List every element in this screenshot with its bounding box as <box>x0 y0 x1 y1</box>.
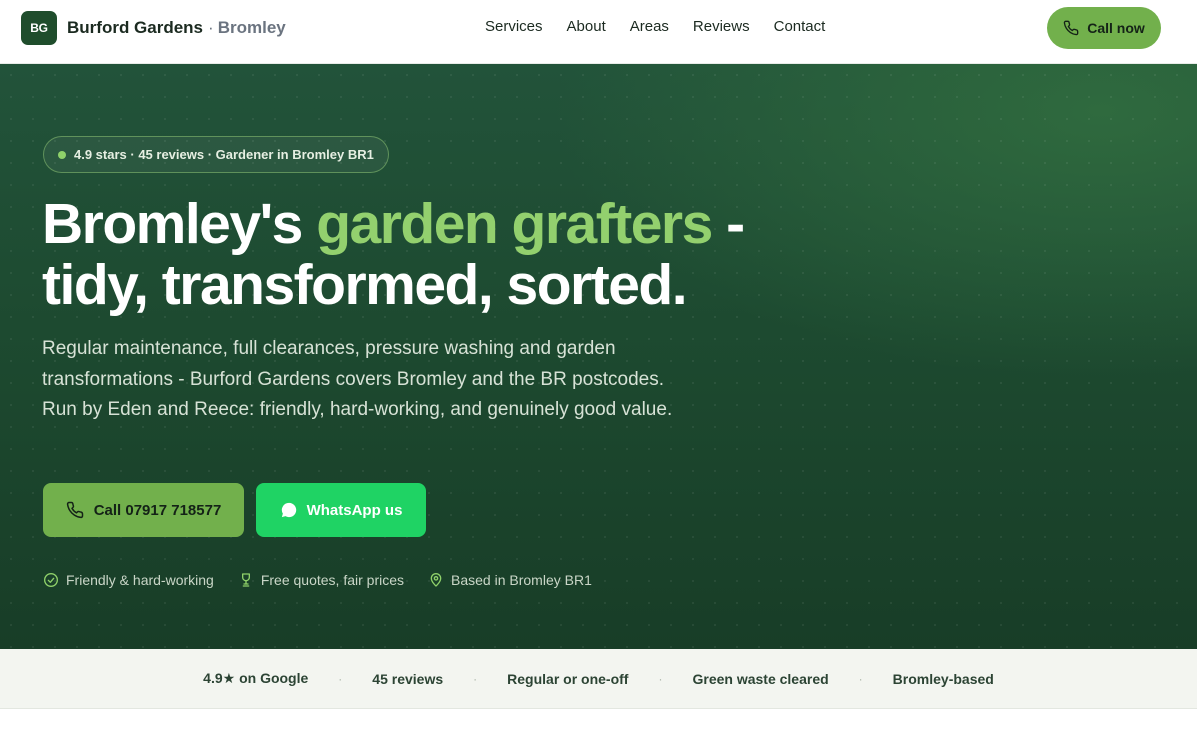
headline-part1: Bromley's <box>42 192 317 256</box>
brand-name: Burford Gardens <box>67 18 204 37</box>
strip-item: 4.9★ on Google <box>203 670 309 686</box>
call-now-label: Call now <box>1087 20 1145 36</box>
check-circle-icon <box>44 573 58 587</box>
chat-bubble-icon <box>281 502 296 518</box>
brand-location: Bromley <box>217 18 286 37</box>
brand-logo-link[interactable]: BG Burford Gardens · Bromley <box>21 11 286 45</box>
call-phone-button[interactable]: Call 07917 718577 <box>43 483 244 537</box>
badge-dot-icon <box>58 150 66 159</box>
main-nav: Services About Areas Reviews Contact <box>485 18 825 35</box>
badge-text: 4.9 stars · 45 reviews · Gardener in Bro… <box>74 147 374 162</box>
nav-about[interactable]: About <box>567 18 606 35</box>
call-now-button[interactable]: Call now <box>1047 7 1161 49</box>
phone-icon <box>1063 20 1079 36</box>
strip-item: 45 reviews <box>372 670 444 687</box>
whatsapp-button[interactable]: WhatsApp us <box>256 483 426 537</box>
site-header: BG Burford Gardens · Bromley Services Ab… <box>0 0 1197 64</box>
feature-label: Free quotes, fair prices <box>260 572 405 588</box>
nav-contact[interactable]: Contact <box>774 18 826 35</box>
nav-services[interactable]: Services <box>485 18 543 35</box>
strip-separator: · <box>858 671 863 686</box>
phone-icon <box>66 501 83 519</box>
nav-areas[interactable]: Areas <box>630 18 669 35</box>
feature-item: Free quotes, fair prices <box>238 572 404 588</box>
feature-label: Based in Bromley BR1 <box>451 572 592 588</box>
strip-item: Regular or one-off <box>507 670 629 687</box>
hero-lede: Regular maintenance, full clearances, pr… <box>42 338 673 420</box>
strip-item: Green waste cleared <box>692 670 829 687</box>
brand-separator: · <box>208 18 214 37</box>
hero-section: 4.9 stars · 45 reviews · Gardener in Bro… <box>0 64 1197 649</box>
rating-badge: 4.9 stars · 45 reviews · Gardener in Bro… <box>43 136 389 173</box>
strip-separator: · <box>338 671 343 686</box>
hero-features: Friendly & hard-working Free quotes, fai… <box>43 572 592 588</box>
trophy-icon <box>241 573 250 587</box>
headline-accent: garden grafters <box>316 192 713 256</box>
feature-label: Friendly & hard-working <box>66 572 214 588</box>
nav-reviews[interactable]: Reviews <box>693 18 750 35</box>
strip-separator: · <box>473 671 478 686</box>
map-pin-icon <box>430 573 442 587</box>
strip-separator: · <box>658 671 663 686</box>
hero-headline: Bromley's garden grafters - tidy, transf… <box>42 194 822 316</box>
feature-item: Based in Bromley BR1 <box>428 572 592 588</box>
strip-item: Bromley-based <box>892 670 994 687</box>
trust-strip: 4.9★ on Google · 45 reviews · Regular or… <box>0 649 1197 709</box>
brand-mark: BG <box>21 11 57 45</box>
whatsapp-label: WhatsApp us <box>306 501 403 519</box>
call-phone-label: Call 07917 718577 <box>93 501 222 519</box>
feature-item: Friendly & hard-working <box>43 572 214 588</box>
